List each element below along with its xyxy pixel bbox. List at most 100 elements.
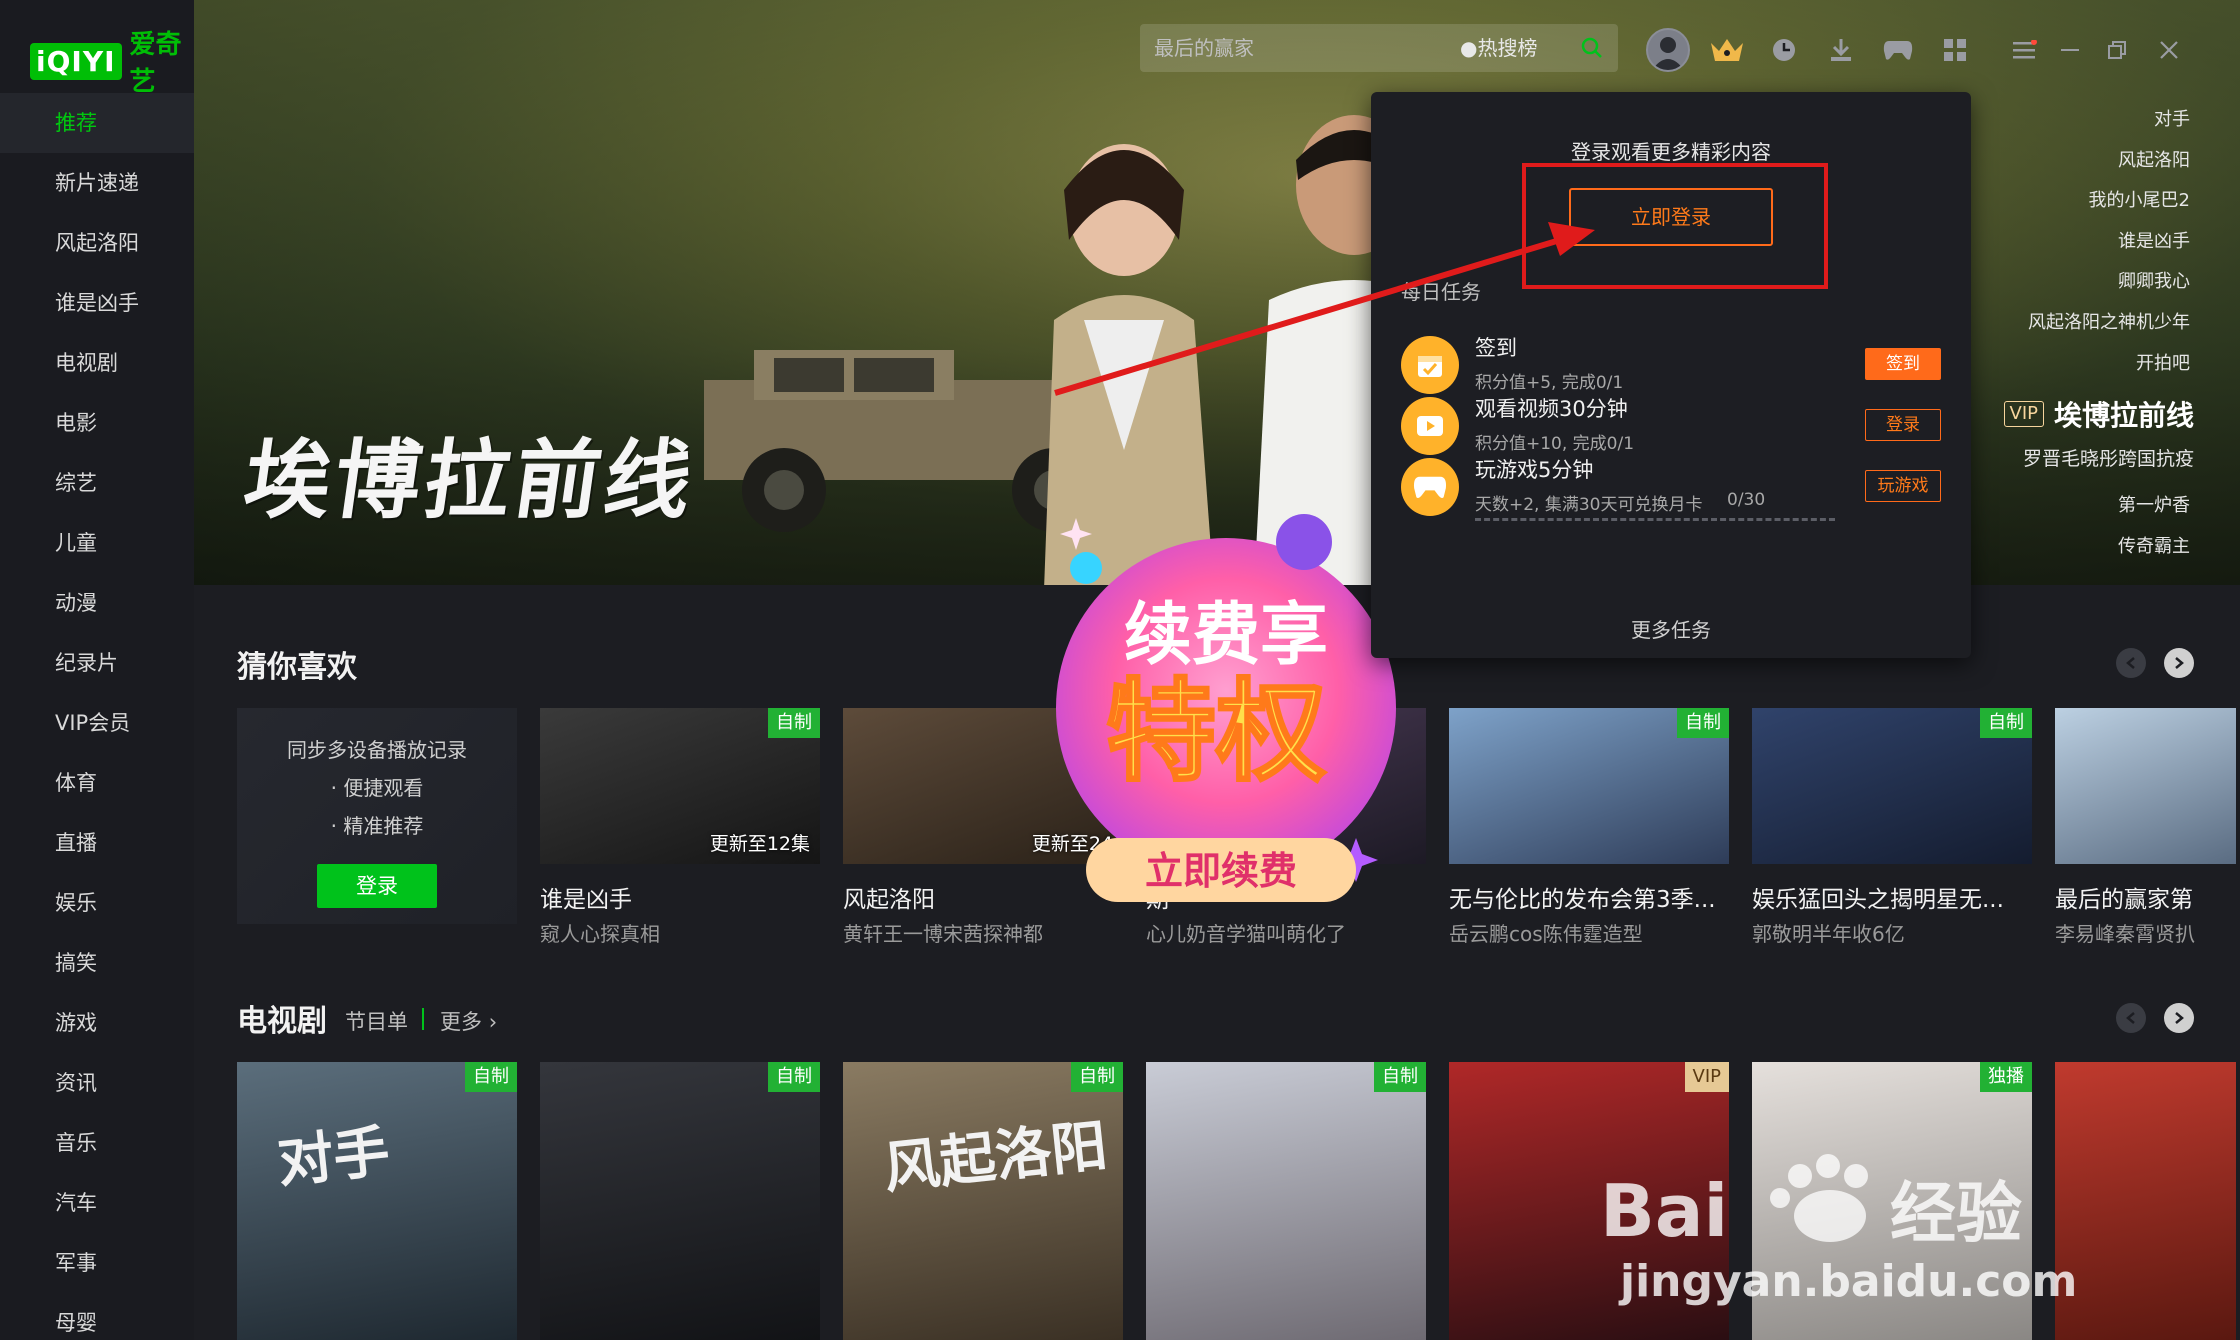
sidebar-item[interactable]: 母婴 bbox=[0, 1293, 194, 1340]
chevron-left-icon bbox=[2126, 1012, 2135, 1024]
tv-card[interactable]: 自制 对手 bbox=[237, 1062, 517, 1340]
tv-card[interactable]: 自制 bbox=[1146, 1062, 1426, 1340]
sidebar-item[interactable]: 新片速递 bbox=[0, 153, 194, 213]
login-now-button[interactable]: 立即登录 bbox=[1569, 188, 1773, 246]
hero-side-item[interactable]: 传奇霸主 bbox=[2118, 527, 2190, 568]
task-progress: 0/30 bbox=[1727, 490, 1766, 510]
tv-more-link[interactable]: 更多 › bbox=[440, 1006, 497, 1036]
tv-schedule-link[interactable]: 节目单 bbox=[345, 1006, 408, 1036]
video-title[interactable]: 谁是凶手 bbox=[540, 880, 820, 914]
history-button[interactable] bbox=[1764, 30, 1804, 70]
prev-button[interactable] bbox=[2116, 648, 2146, 678]
divider bbox=[422, 1008, 424, 1030]
sidebar-item[interactable]: 风起洛阳 bbox=[0, 213, 194, 273]
prev-button[interactable] bbox=[2116, 1003, 2146, 1033]
guess-section-title: 猜你喜欢 bbox=[237, 650, 357, 685]
video-card[interactable]: 自制 更新至12集 谁是凶手 窥人心探真相 bbox=[540, 708, 820, 946]
sidebar-item[interactable]: 娱乐 bbox=[0, 873, 194, 933]
sidebar-item[interactable]: 军事 bbox=[0, 1233, 194, 1293]
poster-art-title: 风起洛阳 bbox=[880, 1112, 1111, 1202]
game-button[interactable] bbox=[1878, 30, 1918, 70]
video-thumbnail[interactable]: 自制 bbox=[1449, 708, 1729, 864]
tv-card[interactable]: 自制 bbox=[540, 1062, 820, 1340]
next-button[interactable] bbox=[2164, 648, 2194, 678]
sidebar-item[interactable]: 电视剧 bbox=[0, 333, 194, 393]
renewal-promo[interactable]: 续费享 特权 立即续费 bbox=[1036, 508, 1426, 908]
apps-button[interactable] bbox=[1935, 30, 1975, 70]
task-game: 玩游戏5分钟 天数+2, 集满30天可兑换月卡 0/30 玩游戏 bbox=[1401, 448, 1941, 524]
video-thumbnail[interactable] bbox=[2055, 708, 2236, 864]
next-button[interactable] bbox=[2164, 1003, 2194, 1033]
play-icon bbox=[1401, 397, 1459, 455]
sidebar-item[interactable]: VIP会员 bbox=[0, 693, 194, 753]
hero-side-item[interactable]: 我的小尾巴2 bbox=[2028, 181, 2190, 222]
sidebar-nav: 推荐 新片速递 风起洛阳 谁是凶手 电视剧 电影 综艺 儿童 动漫 纪录片 VIP会员 体育 直播 娱乐搞… bbox=[0, 93, 194, 1340]
more-tasks-link[interactable]: 更多任务 bbox=[1371, 614, 1971, 643]
restore-icon bbox=[2108, 41, 2126, 59]
daily-tasks-label: 每日任务 bbox=[1401, 280, 1481, 304]
search-box[interactable]: 最后的赢家 ●热搜榜 bbox=[1140, 24, 1618, 72]
search-input[interactable]: 最后的赢家 bbox=[1154, 24, 1254, 72]
sidebar-item[interactable]: 推荐 bbox=[0, 93, 194, 153]
sidebar-item[interactable]: 电影 bbox=[0, 393, 194, 453]
hero-side-item[interactable]: 开拍吧 bbox=[2028, 344, 2190, 385]
hero-side-item[interactable]: 对手 bbox=[2028, 100, 2190, 141]
avatar[interactable] bbox=[1646, 28, 1690, 72]
hero-side-item[interactable]: 谁是凶手 bbox=[2028, 222, 2190, 263]
sidebar-item[interactable]: 搞笑 bbox=[0, 933, 194, 993]
video-thumbnail[interactable]: 自制 bbox=[1752, 708, 2032, 864]
vip-crown-button[interactable] bbox=[1707, 30, 1747, 70]
clock-icon bbox=[1773, 39, 1795, 61]
task-name: 观看视频30分钟 bbox=[1475, 397, 1628, 421]
badge: VIP bbox=[1684, 1062, 1729, 1092]
tv-card[interactable]: 自制 风起洛阳 bbox=[843, 1062, 1123, 1340]
hero-side-item[interactable]: 第一炉香 bbox=[2118, 486, 2190, 527]
hero-side-item[interactable]: 风起洛阳之神机少年 bbox=[2028, 303, 2190, 344]
restore-button[interactable] bbox=[2097, 30, 2137, 70]
sidebar-item[interactable]: 谁是凶手 bbox=[0, 273, 194, 333]
video-card[interactable]: 自制 娱乐猛回头之揭明星无... 郭敬明半年收6亿 bbox=[1752, 708, 2032, 946]
task-login-button[interactable]: 登录 bbox=[1865, 409, 1941, 441]
close-button[interactable] bbox=[2149, 30, 2189, 70]
video-thumbnail[interactable]: 自制 更新至12集 bbox=[540, 708, 820, 864]
guess-nav-arrows bbox=[2116, 648, 2194, 678]
login-card-line2: · 便捷观看 bbox=[330, 776, 424, 800]
video-card[interactable]: 自制无与伦比的发布会第3季... 岳云鹏cos陈伟霆造型 bbox=[1449, 708, 1729, 946]
logo[interactable]: iQIYI 爱奇艺 bbox=[30, 24, 194, 98]
sidebar-item[interactable]: 音乐 bbox=[0, 1113, 194, 1173]
sidebar-item[interactable]: 儿童 bbox=[0, 513, 194, 573]
user-dropdown: 登录观看更多精彩内容 立即登录 每日任务 签到 积分值+5, 完成0/1 签到 … bbox=[1371, 92, 1971, 658]
login-card-line3: · 精准推荐 bbox=[330, 814, 424, 838]
hero-feature[interactable]: VIP 埃博拉前线 罗晋毛晓彤跨国抗疫 bbox=[2003, 394, 2194, 471]
download-button[interactable] bbox=[1821, 30, 1861, 70]
search-icon[interactable] bbox=[1580, 36, 1604, 60]
minimize-icon bbox=[2061, 49, 2079, 51]
play-game-button[interactable]: 玩游戏 bbox=[1865, 470, 1941, 502]
minimize-button[interactable] bbox=[2051, 30, 2091, 70]
hero-side-list-2: 第一炉香 传奇霸主 bbox=[2118, 486, 2190, 567]
hero-side-item[interactable]: 卿卿我心 bbox=[2028, 262, 2190, 303]
video-subtitle: 岳云鹏cos陈伟霆造型 bbox=[1449, 922, 1643, 946]
sidebar-item[interactable]: 资讯 bbox=[0, 1053, 194, 1113]
episode-info: 更新至12集 bbox=[709, 833, 810, 855]
sidebar-item[interactable]: 体育 bbox=[0, 753, 194, 813]
sidebar-item[interactable]: 综艺 bbox=[0, 453, 194, 513]
top-toolbar bbox=[1646, 26, 2240, 74]
menu-button[interactable] bbox=[2005, 30, 2045, 70]
sidebar-item[interactable]: 动漫 bbox=[0, 573, 194, 633]
hero-side-item[interactable]: 风起洛阳 bbox=[2028, 141, 2190, 182]
login-card-button[interactable]: 登录 bbox=[317, 864, 437, 908]
video-card[interactable]: 最后的赢家第李易峰秦霄贤扒 bbox=[2055, 708, 2236, 946]
video-title[interactable]: 娱乐猛回头之揭明星无... bbox=[1752, 880, 2032, 914]
promo-button[interactable]: 立即续费 bbox=[1145, 849, 1297, 893]
hot-search-link[interactable]: ●热搜榜 bbox=[1460, 24, 1537, 72]
sidebar-item[interactable]: 汽车 bbox=[0, 1173, 194, 1233]
sidebar-item[interactable]: 游戏 bbox=[0, 993, 194, 1053]
checkin-button[interactable]: 签到 bbox=[1865, 348, 1941, 380]
vip-tag: VIP bbox=[2003, 401, 2044, 427]
video-subtitle: 李易峰秦霄贤扒 bbox=[2055, 922, 2195, 946]
video-title[interactable]: 最后的赢家第 bbox=[2055, 880, 2236, 914]
video-title[interactable]: 无与伦比的发布会第3季... bbox=[1449, 880, 1729, 914]
sidebar-item[interactable]: 直播 bbox=[0, 813, 194, 873]
sidebar-item[interactable]: 纪录片 bbox=[0, 633, 194, 693]
